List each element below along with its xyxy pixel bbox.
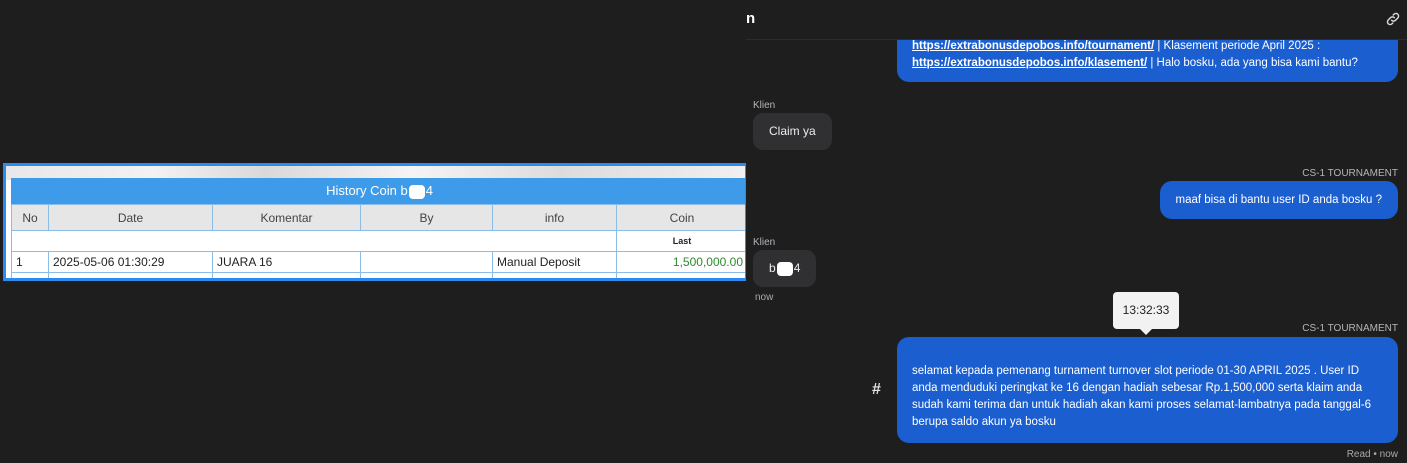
header-by[interactable]: By: [360, 204, 493, 231]
message-text: | Klasement periode April 2025 :: [1154, 40, 1321, 52]
header-info[interactable]: info: [492, 204, 617, 231]
history-coin-title: History Coin b 4: [11, 178, 745, 204]
message-bubble-agent[interactable]: maaf bisa di bantu user ID anda bosku ?: [1159, 181, 1398, 219]
cell-coin: 1,500,000.00: [616, 251, 745, 273]
message-bubble-agent[interactable]: selamat kepada pemenang turnament turnov…: [897, 337, 1398, 443]
sender-label: CS-1 TOURNAMENT: [1302, 323, 1398, 334]
chat-title: n: [746, 10, 756, 27]
cell-by: [360, 251, 493, 273]
table-row-partial: [11, 272, 745, 278]
header-date[interactable]: Date: [48, 204, 213, 231]
table-header-row: No Date Komentar By info Coin: [11, 204, 745, 231]
redaction-mask: [408, 184, 425, 199]
title-prefix: History Coin b: [326, 183, 408, 198]
table-subheader-row: Last: [11, 230, 745, 252]
message-text: 4: [793, 261, 801, 275]
history-coin-panel: History Coin b 4 No Date Komentar By info…: [3, 163, 748, 281]
message-bubble-client[interactable]: Claim ya: [753, 113, 832, 150]
sender-label: CS-1 TOURNAMENT: [1302, 168, 1398, 179]
message-bubble-client[interactable]: b4: [753, 250, 817, 287]
subheader-empty: [11, 230, 617, 252]
header-no[interactable]: No: [11, 204, 49, 231]
message-text: | Halo bosku, ada yang bisa kami bantu?: [1147, 57, 1358, 69]
message-text: b: [769, 261, 776, 275]
sender-label: Klien: [753, 237, 776, 248]
hash-icon[interactable]: #: [872, 381, 881, 399]
header-coin[interactable]: Coin: [616, 204, 745, 231]
klasement-link[interactable]: https://extrabonusdepobos.info/klasement…: [912, 57, 1147, 69]
title-suffix: 4: [425, 183, 433, 198]
message-timestamp: now: [755, 292, 774, 303]
tournament-link[interactable]: https://extrabonusdepobos.info/tournamen…: [912, 40, 1154, 52]
time-tooltip: 13:32:33: [1113, 292, 1179, 335]
subheader-last: Last: [616, 230, 745, 252]
chat-header: n: [746, 0, 1407, 40]
cell-info: Manual Deposit: [492, 251, 617, 273]
sender-label: Klien: [753, 100, 776, 111]
cell-date: 2025-05-06 01:30:29: [48, 251, 213, 273]
table-row: 1 2025-05-06 01:30:29 JUARA 16 Manual De…: [11, 251, 745, 273]
cell-no: 1: [11, 251, 49, 273]
history-coin-table: History Coin b 4 No Date Komentar By info…: [11, 178, 745, 278]
chat-panel: n https://extrabonusdepobos.info/tournam…: [746, 0, 1407, 463]
link-icon[interactable]: [1385, 11, 1401, 27]
read-status: Read • now: [1346, 449, 1398, 460]
redaction-mask: [776, 261, 793, 276]
header-komentar[interactable]: Komentar: [212, 204, 361, 231]
left-panel: History Coin b 4 No Date Komentar By info…: [0, 0, 748, 463]
cell-komentar: JUARA 16: [212, 251, 361, 273]
